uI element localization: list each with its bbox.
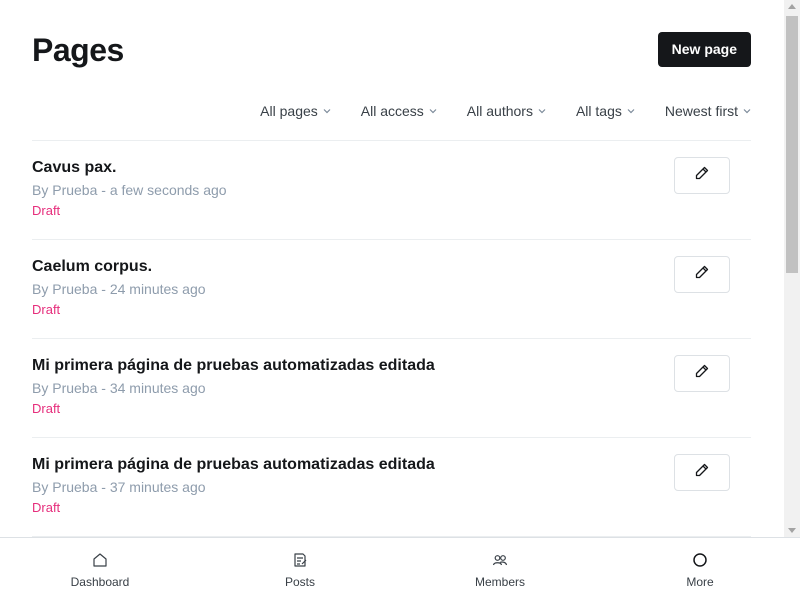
status-badge: Draft [32, 500, 61, 515]
page-item-meta: By Prueba - 24 minutes ago [32, 281, 206, 297]
page-item-meta: By Prueba - 37 minutes ago [32, 479, 206, 495]
page-item-title[interactable]: Mi primera página de pruebas automatizad… [32, 356, 435, 376]
filter-sort[interactable]: Newest first [665, 100, 751, 122]
bottom-navigation: Dashboard Posts Members More [0, 537, 800, 600]
page-item-title[interactable]: Mi primera página de pruebas automatizad… [32, 455, 435, 475]
filter-tag[interactable]: All tags [576, 100, 635, 122]
nav-item-members[interactable]: Members [400, 538, 600, 600]
chevron-down-icon [538, 107, 546, 115]
list-item[interactable]: Caelum corpus. By Prueba - 24 minutes ag… [32, 240, 751, 339]
chevron-down-icon [627, 107, 635, 115]
nav-label: More [686, 575, 714, 589]
filter-label: All access [360, 103, 424, 119]
status-badge: Draft [32, 203, 61, 218]
vertical-scrollbar[interactable] [784, 0, 800, 537]
page-item-title[interactable]: Cavus pax. [32, 158, 116, 178]
filter-bar: All pages All access All authors All tag… [230, 100, 751, 122]
status-badge: Draft [32, 302, 61, 317]
nav-item-more[interactable]: More [600, 538, 800, 600]
filter-label: All tags [575, 103, 622, 119]
edit-page-button[interactable] [674, 355, 730, 392]
more-icon [691, 551, 709, 569]
posts-icon [291, 551, 309, 569]
pencil-icon [694, 165, 710, 186]
pencil-icon [694, 363, 710, 384]
members-icon [491, 551, 509, 569]
filter-label: Newest first [664, 103, 738, 119]
page-header: Pages New page [32, 32, 751, 68]
main-content: Pages New page All pages All access All … [0, 0, 784, 537]
edit-page-button[interactable] [674, 157, 730, 194]
list-item[interactable]: Mi primera página de pruebas automatizad… [32, 438, 751, 537]
home-icon [91, 551, 109, 569]
page-item-title[interactable]: Caelum corpus. [32, 257, 152, 277]
nav-label: Members [474, 575, 525, 589]
chevron-down-icon [429, 107, 437, 115]
scroll-down-arrow-icon[interactable] [788, 528, 796, 533]
nav-label: Posts [284, 575, 315, 589]
nav-item-dashboard[interactable]: Dashboard [0, 538, 200, 600]
status-badge: Draft [32, 401, 61, 416]
page-title: Pages [32, 32, 124, 68]
filter-author[interactable]: All authors [467, 100, 546, 122]
filter-label: All pages [260, 103, 318, 119]
chevron-down-icon [743, 107, 751, 115]
pencil-icon [694, 264, 710, 285]
pages-list: Cavus pax. By Prueba - a few seconds ago… [32, 140, 751, 537]
chevron-down-icon [323, 107, 331, 115]
page-item-meta: By Prueba - 34 minutes ago [32, 380, 206, 396]
new-page-button[interactable]: New page [657, 32, 751, 67]
filter-type[interactable]: All pages [260, 100, 331, 122]
pencil-icon [694, 462, 710, 483]
nav-label: Dashboard [70, 575, 130, 589]
filter-label: All authors [466, 103, 533, 119]
filter-access[interactable]: All access [361, 100, 437, 122]
list-item[interactable]: Cavus pax. By Prueba - a few seconds ago… [32, 141, 751, 240]
nav-item-posts[interactable]: Posts [200, 538, 400, 600]
edit-page-button[interactable] [674, 454, 730, 491]
scroll-up-arrow-icon[interactable] [788, 4, 796, 9]
page-item-meta: By Prueba - a few seconds ago [32, 182, 227, 198]
edit-page-button[interactable] [674, 256, 730, 293]
scrollbar-thumb[interactable] [786, 16, 798, 273]
list-item[interactable]: Mi primera página de pruebas automatizad… [32, 339, 751, 438]
